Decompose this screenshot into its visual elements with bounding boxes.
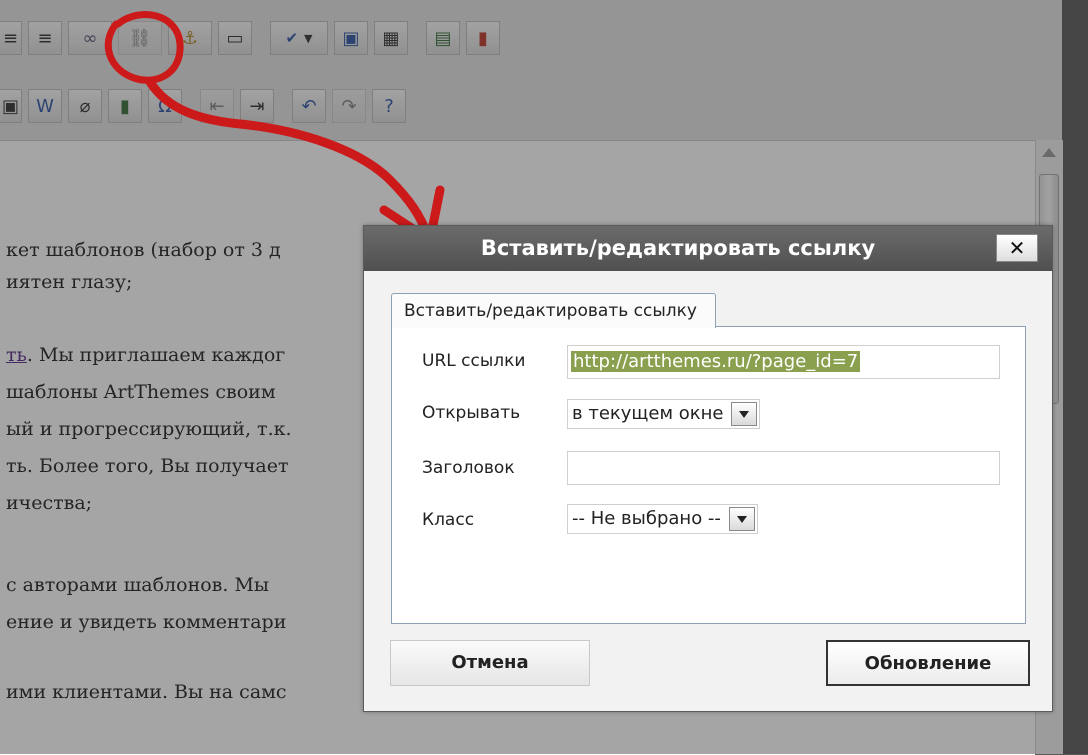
url-label: URL ссылки: [422, 351, 526, 371]
update-button[interactable]: Обновление: [826, 640, 1030, 686]
chevron-down-icon[interactable]: [728, 507, 755, 531]
class-value: -- Не выбрано --: [572, 508, 721, 529]
target-label: Открывать: [422, 403, 521, 423]
class-select[interactable]: -- Не выбрано --: [567, 504, 758, 534]
tab-panel: URL ссылки http://artthemes.ru/?page_id=…: [391, 326, 1026, 624]
url-value: http://artthemes.ru/?page_id=7: [571, 351, 861, 372]
class-label: Класс: [422, 510, 475, 530]
dialog-title: Вставить/редактировать ссылку: [480, 236, 876, 260]
dialog-title-bar[interactable]: Вставить/редактировать ссылку: [364, 226, 1052, 271]
target-select[interactable]: в текущем окне: [567, 399, 761, 429]
close-button[interactable]: ✕: [996, 234, 1038, 262]
annotation-circle: [104, 11, 184, 84]
tab-insert-link[interactable]: Вставить/редактировать ссылку: [391, 293, 716, 328]
title-label: Заголовок: [422, 458, 515, 478]
close-icon: ✕: [1008, 236, 1026, 260]
chevron-down-icon[interactable]: [731, 402, 758, 426]
cancel-button[interactable]: Отмена: [390, 640, 590, 686]
url-input[interactable]: http://artthemes.ru/?page_id=7: [567, 345, 1000, 379]
target-value: в текущем окне: [572, 403, 724, 424]
title-input[interactable]: [567, 451, 1000, 485]
link-dialog: Вставить/редактировать ссылку ✕ Вставить…: [363, 225, 1053, 712]
